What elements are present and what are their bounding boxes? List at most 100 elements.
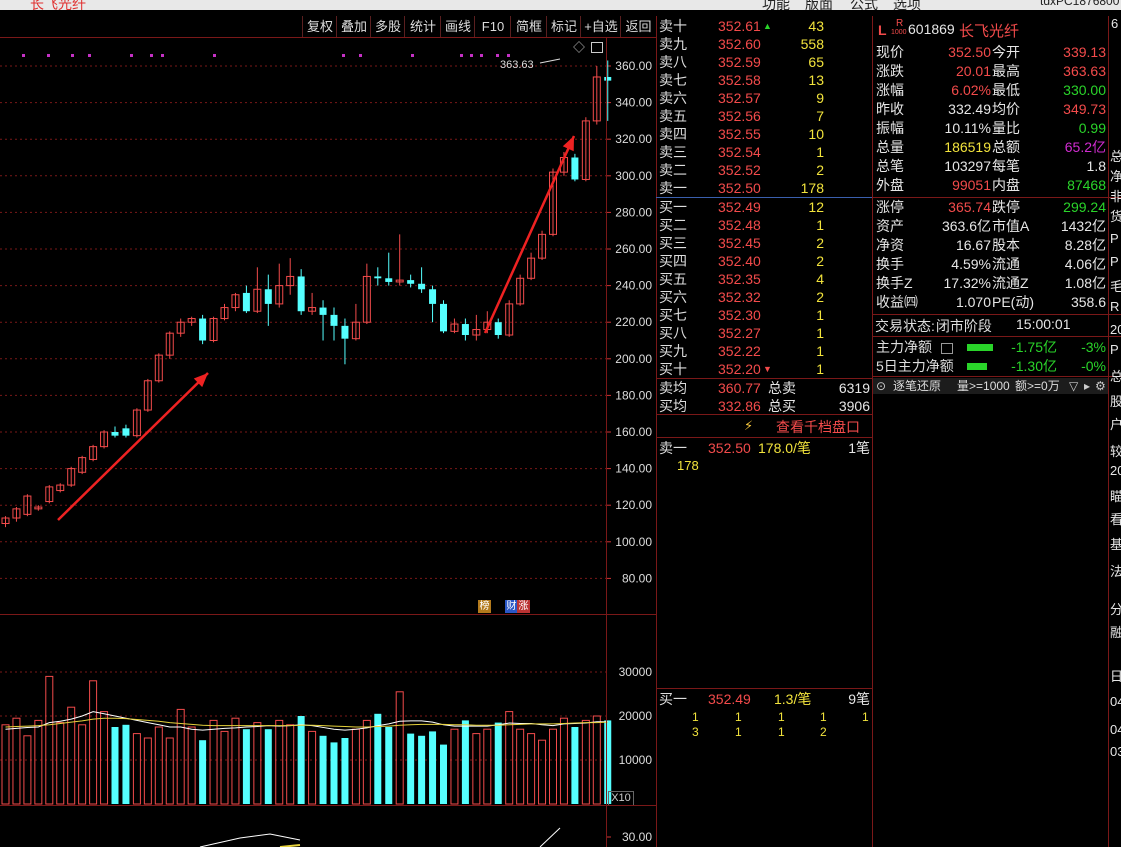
bid-row[interactable]: 买九 352.22 1 [658, 342, 872, 360]
indicator-tick-label: 30.00 [622, 830, 652, 844]
volume-bar [231, 717, 240, 805]
filter-icon[interactable]: ▽ [1069, 378, 1078, 394]
quote-value: 363.6亿 [941, 218, 991, 234]
quote-label: 市值A [992, 218, 1030, 234]
ask-row[interactable]: 卖二 352.52 2 [658, 161, 872, 179]
side-label: 04 [1110, 694, 1121, 709]
quote-label: 涨跌 [876, 63, 904, 79]
volume-bar [154, 726, 163, 805]
volume-bar [209, 719, 218, 805]
side-label: 看 [1110, 512, 1121, 527]
quote-value: 10.11% [944, 120, 991, 136]
quote-label: 今开 [992, 44, 1020, 60]
side-label: 较 [1110, 444, 1121, 459]
ask-row[interactable]: 卖八 352.59 65 [658, 53, 872, 71]
price-tick-label: 120.00 [615, 498, 652, 512]
kline-chart[interactable]: 360.00 340.00 320.00 300.00 280.00 260.00 240.… [0, 0, 656, 847]
trend-arrow-line [483, 135, 576, 334]
settings-icon[interactable]: ⚙ [1095, 378, 1106, 394]
ask-row[interactable]: 卖四 352.55 10 [658, 125, 872, 143]
quote-row: 总量 186519 总额 65.2亿 [875, 138, 1108, 157]
bid-row[interactable]: 买三 352.45 2 [658, 234, 872, 252]
ranking-badge[interactable]: 榜 [478, 600, 491, 613]
candle-body [341, 325, 349, 339]
doc-icon[interactable] [941, 343, 953, 354]
bid-row[interactable]: 买二 352.48 1 [658, 216, 872, 234]
ask-row[interactable]: 卖七 352.58 13 [658, 71, 872, 89]
marker-dot [470, 54, 473, 57]
bid-row[interactable]: 买四 352.40 2 [658, 252, 872, 270]
marker-dot [460, 54, 463, 57]
quote-value: 0.99 [1078, 120, 1106, 136]
quote-value: 349.73 [1063, 101, 1106, 117]
quote-label: 均价 [992, 101, 1020, 117]
menu-layout[interactable]: 版面 [805, 0, 833, 10]
candle-body [571, 157, 579, 180]
quote-value: 1.08亿 [1064, 275, 1106, 291]
quote-value: 330.00 [1063, 82, 1106, 98]
quote-label: 换手Z [876, 275, 913, 291]
volume-bar [483, 728, 492, 805]
quote-value: 186519 [944, 139, 991, 155]
volume-bar [505, 711, 514, 805]
volume-bar [418, 735, 426, 804]
candle-body [122, 428, 130, 436]
menu-function[interactable]: 功能 [762, 0, 790, 10]
ask-row[interactable]: 卖六 352.57 9 [658, 89, 872, 107]
quote-value: 363.63 [1063, 63, 1106, 79]
quote-label: 总量 [876, 139, 904, 155]
marker-dot [359, 54, 362, 57]
ask-row[interactable]: 卖五 352.56 7 [658, 107, 872, 125]
quote-value: 6.02% [951, 82, 991, 98]
quote-value: 352.50 [948, 44, 991, 60]
bid-row[interactable]: 买一 352.49 12 [658, 198, 872, 216]
quote-value: 16.67 [955, 237, 991, 253]
side-label: 股 [1110, 394, 1121, 409]
marker-dot [342, 54, 345, 57]
quote-label: 量比 [992, 120, 1020, 136]
sort-icon[interactable]: ▸ [1084, 378, 1090, 394]
ask-row[interactable]: 卖十 352.61 ▲ 43 [658, 17, 872, 35]
volume-bar [549, 728, 557, 805]
volume-bar [330, 742, 338, 804]
quote-label: 跌停 [992, 199, 1020, 215]
side-label: 20 [1110, 322, 1121, 337]
rise-badge[interactable]: 涨 [517, 600, 530, 613]
menu-options[interactable]: 选项 [893, 0, 921, 10]
view-depth-link[interactable]: 查看千档盘口 [776, 417, 860, 437]
quote-label: 资产 [876, 218, 904, 234]
ask-row[interactable]: 卖九 352.60 558 [658, 35, 872, 53]
bid-row[interactable]: 买八 352.27 1 [658, 324, 872, 342]
expand-icon[interactable]: ⊙ [876, 378, 886, 394]
marker-dot [47, 54, 50, 57]
volume-bar [351, 728, 360, 805]
ask-row[interactable]: 卖三 352.54 1 [658, 143, 872, 161]
candle-body [111, 432, 119, 436]
bid-row[interactable]: 买五 352.35 4 [658, 270, 872, 288]
volume-bar [429, 731, 437, 804]
lightning-icon: ⚡ [744, 418, 754, 433]
volume-bar [494, 722, 502, 804]
quote-value: 332.49 [948, 101, 991, 117]
side-label: 净 [1110, 169, 1121, 184]
quote-row: 涨跌 20.01 最高 363.63 [875, 62, 1108, 81]
ask-row[interactable]: 卖一 352.50 178 [658, 179, 872, 197]
volume-bar [45, 675, 54, 805]
volume-bar [450, 728, 459, 805]
quote-label: 最低 [992, 82, 1020, 98]
quote-label: 涨停 [876, 199, 904, 215]
volume-ma-white [5, 711, 608, 731]
marker-dot [71, 54, 74, 57]
marker-dot [161, 54, 164, 57]
price-tick-label: 180.00 [615, 388, 652, 402]
volume-bar [385, 727, 393, 804]
marker-dot [130, 54, 133, 57]
quote-row: 换手 4.59% 流通 4.06亿 [875, 255, 1108, 274]
bid-row[interactable]: 买六 352.32 2 [658, 288, 872, 306]
bid-row[interactable]: 买七 352.30 1 [658, 306, 872, 324]
max-price-pointer [539, 58, 561, 64]
volume-bar [1, 724, 10, 805]
price-tick-label: 160.00 [615, 425, 652, 439]
bid-row[interactable]: 买十 352.20 ▼ 1 [658, 360, 872, 378]
menu-formula[interactable]: 公式 [850, 0, 878, 10]
